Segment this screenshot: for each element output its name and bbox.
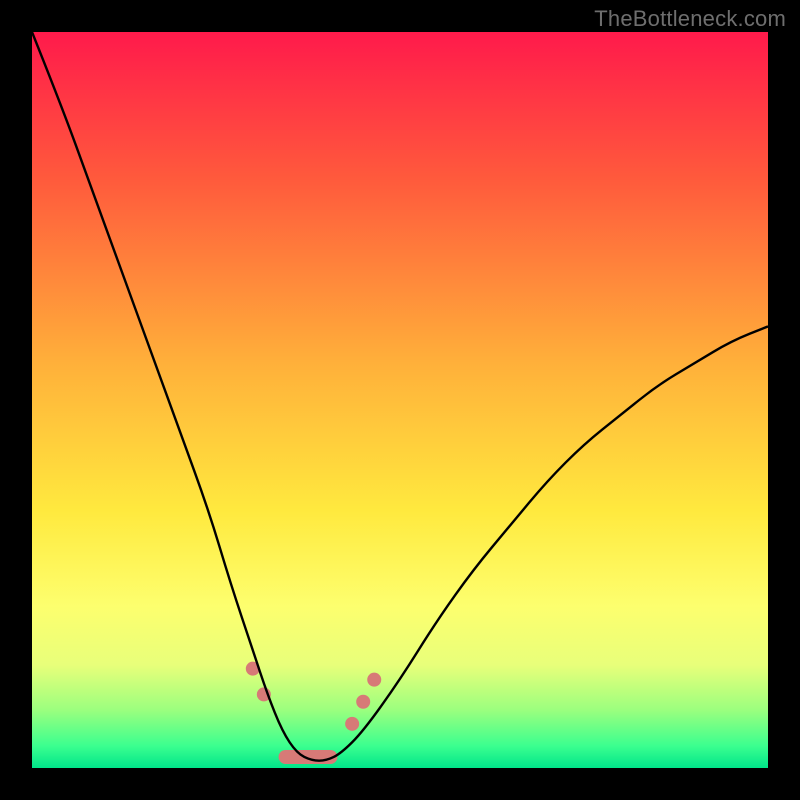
- floor-dot: [356, 695, 370, 709]
- watermark-text: TheBottleneck.com: [594, 6, 786, 32]
- chart-svg: [32, 32, 768, 768]
- chart-frame: TheBottleneck.com: [0, 0, 800, 800]
- floor-dot: [367, 673, 381, 687]
- floor-sausage: [279, 750, 338, 764]
- plot-area: [32, 32, 768, 768]
- floor-dot: [345, 717, 359, 731]
- gradient-background: [32, 32, 768, 768]
